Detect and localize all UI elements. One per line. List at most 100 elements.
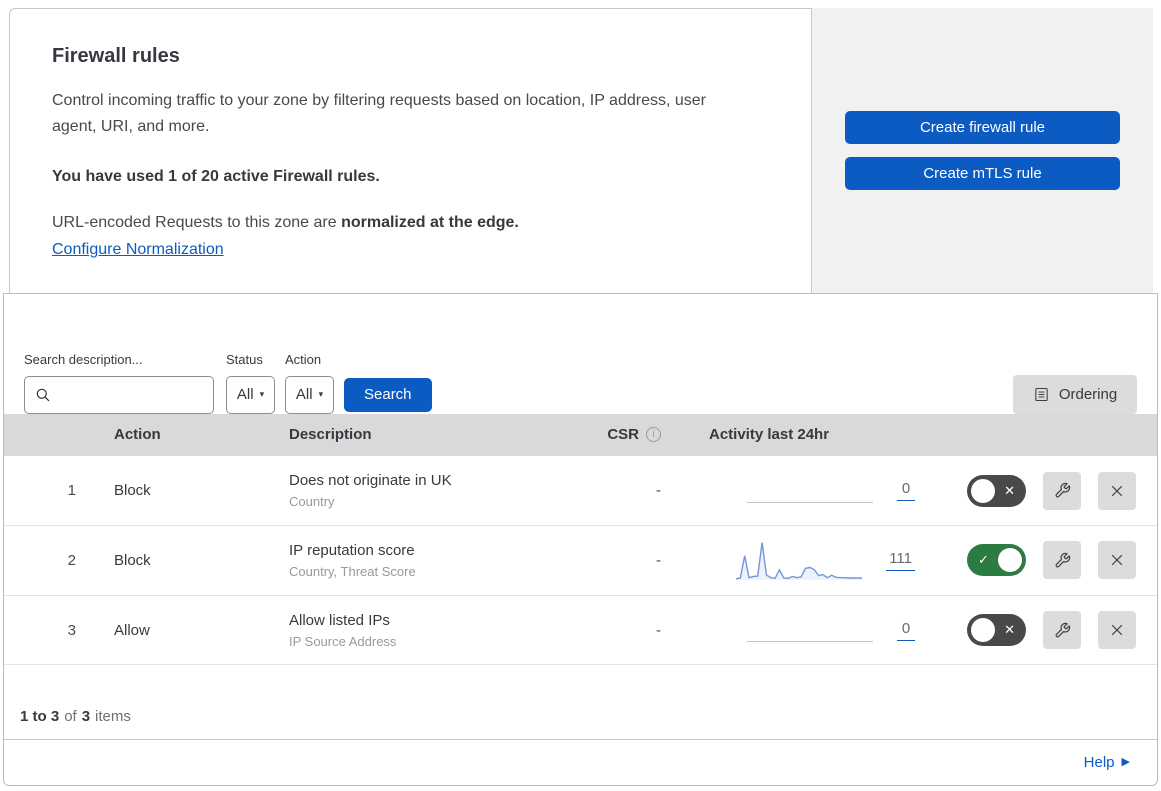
- help-link[interactable]: Help ▶: [1084, 754, 1130, 771]
- pagination-items: items: [95, 708, 131, 726]
- action-select-value: All: [295, 386, 313, 404]
- rule-description: Does not originate in UK Country: [273, 472, 547, 509]
- search-label: Search description...: [24, 351, 143, 367]
- toggle-x-icon: ✕: [1004, 622, 1015, 638]
- csr-column-label: CSR: [607, 426, 639, 444]
- normalization-note: URL-encoded Requests to this zone are no…: [52, 214, 769, 232]
- close-icon: [1108, 621, 1126, 639]
- action-filter-group: Action All ▾: [285, 352, 334, 414]
- page-description: Control incoming traffic to your zone by…: [52, 92, 706, 136]
- activity-count-link[interactable]: 111: [886, 550, 915, 571]
- rule-description: Allow listed IPs IP Source Address: [273, 612, 547, 649]
- normalization-bold-text: normalized at the edge.: [341, 213, 519, 231]
- rule-activity: 111: [673, 537, 923, 583]
- rule-enable-toggle[interactable]: ✓ ✕: [967, 474, 1026, 507]
- configure-normalization-link[interactable]: Configure Normalization: [52, 241, 224, 258]
- rule-csr-value: -: [656, 621, 661, 639]
- info-icon[interactable]: i: [646, 427, 661, 443]
- rule-action: Block: [114, 551, 151, 569]
- rule-description-title: Does not originate in UK: [289, 472, 452, 490]
- activity-sparkline: [747, 607, 873, 653]
- close-icon: [1108, 551, 1126, 569]
- ordering-button-label: Ordering: [1058, 385, 1118, 403]
- create-mtls-rule-button[interactable]: Create mTLS rule: [845, 157, 1120, 190]
- edit-rule-button[interactable]: [1043, 471, 1081, 510]
- wrench-icon: [1054, 552, 1071, 569]
- activity-count-link[interactable]: 0: [897, 480, 915, 502]
- rule-activity: 0: [673, 468, 923, 514]
- rule-enable-toggle[interactable]: ✓ ✕: [967, 614, 1026, 647]
- status-select[interactable]: All ▾: [226, 375, 275, 414]
- filter-bar: Search description... Status All ▾ Actio: [4, 294, 1157, 414]
- delete-rule-button[interactable]: [1098, 471, 1136, 510]
- help-row: Help ▶: [4, 739, 1157, 785]
- delete-rule-button[interactable]: [1098, 541, 1136, 580]
- toggle-knob: [971, 618, 995, 643]
- table-row: 3 Allow Allow listed IPs IP Source Addre…: [4, 596, 1157, 666]
- rule-priority: 1: [67, 482, 76, 500]
- rule-description-fields: Country: [289, 494, 335, 510]
- rule-priority: 3: [67, 621, 76, 639]
- ordering-button[interactable]: Ordering: [1013, 374, 1137, 414]
- table-header-row: Action Description CSR i Activity last 2…: [4, 413, 1157, 457]
- action-select[interactable]: All ▾: [285, 375, 334, 414]
- edit-rule-button[interactable]: [1043, 541, 1081, 580]
- search-button[interactable]: Search: [344, 377, 432, 412]
- usage-summary: You have used 1 of 20 active Firewall ru…: [52, 167, 380, 185]
- toggle-knob: [998, 548, 1022, 573]
- help-link-label: Help: [1083, 754, 1115, 772]
- description-column-header: Description: [289, 426, 372, 444]
- close-icon: [1108, 482, 1126, 500]
- search-icon: [35, 387, 51, 403]
- pagination-total: 3: [81, 708, 91, 726]
- status-label: Status: [226, 351, 263, 367]
- rule-description: IP reputation score Country, Threat Scor…: [273, 542, 547, 579]
- normalization-text: URL-encoded Requests to this zone are: [52, 213, 342, 231]
- header-card: Firewall rules Control incoming traffic …: [9, 8, 812, 293]
- rule-description-title: IP reputation score: [289, 541, 415, 559]
- activity-column-header: Activity last 24hr: [709, 426, 830, 444]
- status-select-value: All: [236, 386, 254, 404]
- activity-count-link[interactable]: 0: [897, 620, 915, 641]
- rule-controls: ✓ ✕: [923, 541, 1157, 580]
- search-box: [24, 375, 214, 414]
- rule-action: Allow: [114, 621, 150, 639]
- rule-action: Block: [114, 482, 151, 500]
- ordering-list-icon: [1033, 386, 1050, 403]
- rule-csr-value: -: [656, 551, 661, 569]
- rule-description-fields: Country, Threat Score: [289, 563, 416, 579]
- pagination-range: 1 to 3: [20, 708, 60, 726]
- help-arrow-icon: ▶: [1121, 756, 1130, 769]
- rules-list-card: Search description... Status All ▾ Actio: [3, 293, 1158, 786]
- wrench-icon: [1054, 482, 1071, 499]
- rule-controls: ✓ ✕: [923, 471, 1157, 510]
- rule-enable-toggle[interactable]: ✓ ✕: [967, 544, 1026, 577]
- edit-rule-button[interactable]: [1043, 611, 1081, 650]
- rule-activity: 0: [673, 607, 923, 653]
- search-group: Search description...: [24, 352, 214, 414]
- rule-controls: ✓ ✕: [923, 611, 1157, 650]
- create-firewall-rule-button[interactable]: Create firewall rule: [845, 111, 1120, 144]
- action-label: Action: [285, 351, 322, 367]
- actions-panel: Create firewall rule Create mTLS rule: [812, 8, 1153, 293]
- toggle-check-icon: ✓: [978, 552, 989, 568]
- toggle-x-icon: ✕: [1004, 482, 1015, 498]
- delete-rule-button[interactable]: [1098, 611, 1136, 650]
- chevron-down-icon: ▾: [259, 389, 265, 400]
- csr-column-header: CSR i: [547, 426, 673, 443]
- rule-csr-value: -: [656, 482, 661, 500]
- rule-description-fields: IP Source Address: [289, 633, 397, 649]
- search-input[interactable]: [58, 386, 203, 403]
- page-title: Firewall rules: [52, 45, 180, 67]
- firewall-rules-page: Firewall rules Control incoming traffic …: [0, 0, 1161, 791]
- toggle-knob: [971, 478, 995, 503]
- table-row: 2 Block IP reputation score Country, Thr…: [4, 526, 1157, 596]
- status-filter-group: Status All ▾: [226, 352, 275, 414]
- rule-priority: 2: [67, 551, 76, 569]
- chevron-down-icon: ▾: [318, 389, 324, 400]
- wrench-icon: [1054, 622, 1071, 639]
- header-section: Firewall rules Control incoming traffic …: [0, 0, 1161, 293]
- pagination-summary: 1 to 3 of 3 items: [4, 665, 1157, 739]
- activity-sparkline: [747, 468, 873, 514]
- table-row: 1 Block Does not originate in UK Country…: [4, 456, 1157, 527]
